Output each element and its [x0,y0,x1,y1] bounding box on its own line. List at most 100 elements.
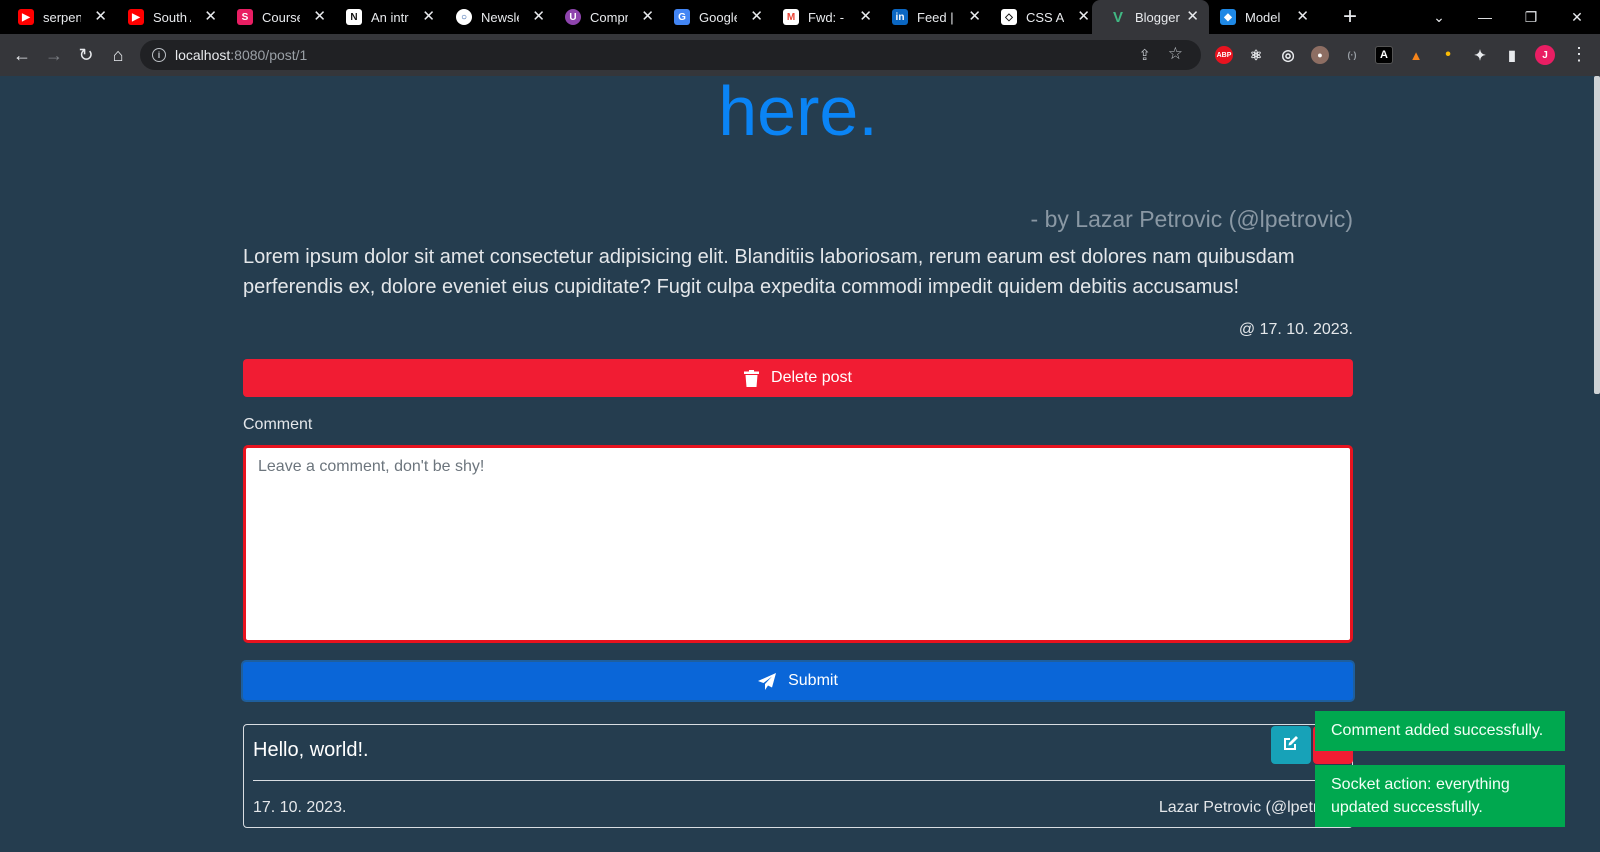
submit-comment-button[interactable]: Submit [241,660,1355,702]
bookmark-star-icon[interactable]: ☆ [1168,44,1183,64]
adblock-icon[interactable]: ABP [1215,46,1233,64]
tab-title: Course [262,9,300,25]
tab-title: Blogger [1135,9,1180,25]
comment-textarea[interactable] [243,445,1353,643]
compress-icon: U [565,9,581,25]
comment-card: Hello, world!. 17. 10. 2023. Lazar Petro… [243,724,1353,828]
target-icon[interactable]: ◎ [1279,46,1297,64]
article-icon: N [346,9,362,25]
home-icon[interactable]: ⌂ [106,43,130,67]
new-tab-button[interactable]: + [1343,4,1357,30]
close-icon[interactable]: ✕ [1186,9,1199,25]
tab-8[interactable]: in Feed | L ✕ [874,0,991,34]
restore-icon[interactable]: ❐ [1508,0,1554,34]
comment-label: Comment [243,416,313,433]
comment-divider [253,780,1352,781]
close-icon[interactable]: ✕ [1296,9,1309,25]
tab-2[interactable]: S Course ✕ [219,0,336,34]
url-host: localhost [175,47,231,63]
site-info-icon[interactable]: i [152,48,166,62]
close-icon[interactable]: ✕ [422,9,435,25]
close-icon[interactable]: ✕ [968,9,981,25]
tab-title: Model C [1245,9,1283,25]
reload-icon[interactable]: ↻ [74,43,98,67]
owl-icon[interactable]: ● [1311,46,1329,64]
edit-comment-button[interactable] [1271,726,1311,764]
back-icon[interactable]: ← [10,43,34,67]
tab-title: South A [153,9,191,25]
tab-3[interactable]: N An intro ✕ [328,0,445,34]
tab-9[interactable]: ◇ CSS Ani ✕ [983,0,1100,34]
close-icon[interactable]: ✕ [532,9,545,25]
newsletter-icon: ○ [456,9,472,25]
close-icon[interactable]: ✕ [859,9,872,25]
menu-icon[interactable]: ⋮ [1570,44,1588,64]
close-icon[interactable]: ✕ [1077,9,1090,25]
minimize-icon[interactable]: — [1462,0,1508,34]
forward-icon[interactable]: → [42,43,66,67]
tab-7[interactable]: M Fwd: - p ✕ [765,0,882,34]
tab-11[interactable]: ◆ Model C ✕ [1202,0,1319,34]
close-window-icon[interactable]: ✕ [1554,0,1600,34]
close-icon[interactable]: ✕ [750,9,763,25]
comment-date: 17. 10. 2023. [253,799,347,816]
tab-5[interactable]: U Compre ✕ [547,0,664,34]
submit-label: Submit [788,672,838,689]
codepen-icon: ◇ [1001,9,1017,25]
paper-plane-icon [758,672,777,690]
close-icon[interactable]: ✕ [641,9,654,25]
tab-1[interactable]: ▶ South A ✕ [110,0,227,34]
tab-title: serpent [43,9,81,25]
tab-title: Newslet [481,9,519,25]
post-title: Some custom title text inserted here. [718,76,878,150]
comment-text: Hello, world!. [253,739,369,761]
delete-post-label: Delete post [771,369,852,386]
post-body: Lorem ipsum dolor sit amet consectetur a… [243,246,1295,298]
tab-strip: ▶ serpent ✕ ▶ South A ✕ S Course ✕ N An … [0,0,1600,34]
url-text[interactable]: localhost:8080/post/1 [175,47,307,63]
scrollbar-thumb[interactable] [1594,76,1600,394]
profile-avatar[interactable]: J [1535,45,1555,65]
url-path: :8080/post/1 [230,47,308,63]
post-author: - by Lazar Petrovic (@lpetrovic) [1030,206,1353,232]
toast-comment-added[interactable]: Comment added successfully. [1315,711,1565,751]
youtube-icon: ▶ [18,9,34,25]
vue-icon: V [1112,8,1123,26]
delete-post-button[interactable]: Delete post [243,359,1353,397]
tab-title: An intro [371,9,409,25]
metamask-icon[interactable]: ▲ [1407,46,1425,64]
toast-socket-action[interactable]: Socket action: everything updated succes… [1315,765,1565,827]
close-icon[interactable]: ✕ [94,9,107,25]
tab-10-active[interactable]: V Blogger ✕ [1092,0,1209,34]
course-icon: S [237,9,253,25]
share-icon[interactable]: ⇪ [1138,46,1151,64]
tab-search-icon[interactable]: ⌄ [1416,0,1462,34]
tab-title: Fwd: - p [808,9,846,25]
google-translate-icon: G [674,9,690,25]
close-icon[interactable]: ✕ [204,9,217,25]
scrollbar[interactable] [1594,76,1600,852]
bracket-icon[interactable]: (·) [1343,46,1361,64]
sidepanel-icon[interactable]: ▮ [1503,46,1521,64]
tab-title: Feed | L [917,9,955,25]
post-date: @ 17. 10. 2023. [1238,321,1353,338]
youtube-icon: ▶ [128,9,144,25]
cube-icon: ◆ [1220,9,1236,25]
edit-icon [1282,734,1300,757]
puzzle-icon[interactable]: ✦ [1471,46,1489,64]
address-bar[interactable]: i localhost:8080/post/1 ⇪ ☆ [140,40,1201,70]
react-devtools-icon[interactable]: ⚛ [1247,46,1265,64]
tab-title: Compre [590,9,628,25]
trash-icon [744,369,760,387]
tab-4[interactable]: ○ Newslet ✕ [438,0,555,34]
gmail-icon: M [783,9,799,25]
tab-6[interactable]: G Google ✕ [656,0,773,34]
dots-extension-icon[interactable]: • [1439,46,1457,64]
tab-0[interactable]: ▶ serpent ✕ [0,0,117,34]
linkedin-icon: in [892,9,908,25]
font-icon[interactable]: A [1375,46,1393,64]
close-icon[interactable]: ✕ [313,9,326,25]
browser-toolbar: ← → ↻ ⌂ i localhost:8080/post/1 ⇪ ☆ ABP … [0,34,1600,76]
window-controls: ⌄ — ❐ ✕ [1416,0,1600,34]
tab-title: Google [699,9,737,25]
